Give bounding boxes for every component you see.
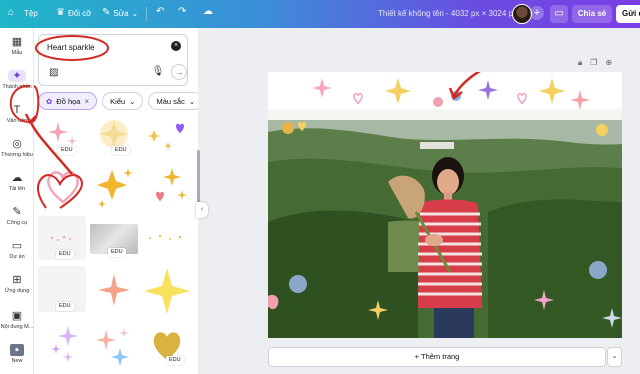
resize-label: Đổi cỡ	[67, 8, 92, 18]
file-menu-button[interactable]: Tệp	[24, 9, 38, 18]
undo-button[interactable]: ↶	[156, 7, 164, 17]
send-button[interactable]: Gửi đ	[616, 5, 640, 23]
chevron-down-icon: ⌄	[611, 353, 618, 360]
cloud-save-button[interactable]: ☁	[203, 7, 213, 17]
home-button[interactable]: ⌂	[8, 8, 14, 18]
annotation-arrow-rail	[9, 84, 73, 175]
top-toolbar: ⌂ Tệp ♛ Đổi cỡ ✎ Sửa ⌄ ↶ ↷ ☁ Thiết kế kh…	[0, 0, 640, 28]
rail-item-label: New	[11, 358, 23, 364]
apps-icon: ⊞	[12, 274, 22, 286]
pencil-icon: ✎	[102, 7, 111, 18]
redo-button[interactable]: ↷	[178, 7, 186, 17]
add-page-icon[interactable]: ⊕	[605, 58, 612, 68]
home-icon: ⌂	[8, 7, 15, 18]
edit-mode-button[interactable]: ✎ Sửa ⌄	[102, 8, 138, 18]
add-page-options-button[interactable]: ⌄	[607, 347, 622, 367]
edit-mode-label: Sửa	[113, 8, 129, 18]
chevron-down-icon: ⌄	[131, 8, 139, 18]
design-page[interactable]	[268, 72, 622, 338]
rail-item-label: Nội dung M...	[0, 324, 34, 330]
rail-item-projects[interactable]: ▭ Dự án	[0, 240, 34, 260]
toolbar-divider	[146, 7, 147, 21]
redo-icon: ↷	[178, 6, 187, 17]
rail-item-new[interactable]: ▪ New	[0, 344, 34, 364]
comment-button[interactable]: ▭	[550, 5, 568, 23]
file-menu-label: Tệp	[24, 9, 38, 18]
rail-item-label: Ứng dụng	[4, 288, 30, 294]
add-page-button[interactable]: + Thêm trang	[268, 347, 606, 367]
new-icon: ▪	[10, 344, 24, 356]
avatar[interactable]	[512, 4, 532, 24]
add-collaborator-button[interactable]: +	[530, 6, 544, 20]
resize-button[interactable]: ♛ Đổi cỡ	[56, 8, 91, 18]
chevron-left-icon: ‹	[200, 206, 204, 213]
panel-scrollbar[interactable]	[197, 150, 200, 210]
share-button[interactable]: Chia sẻ	[572, 5, 612, 23]
rail-item-label: Dự án	[9, 254, 25, 260]
rail-item-label: Công cụ	[6, 220, 28, 226]
rail-item-apps[interactable]: ⊞ Ứng dụng	[0, 274, 34, 294]
collapse-panel-handle[interactable]: ‹	[196, 202, 208, 218]
page-tools: 🔒︎ ❐ ⊕	[578, 58, 612, 68]
media-icon: ▣	[11, 310, 23, 322]
photo-canvas	[268, 72, 622, 338]
cloud-save-icon: ☁	[203, 6, 213, 17]
rail-item-media[interactable]: ▣ Nội dung M...	[0, 310, 34, 330]
duplicate-icon[interactable]: ❐	[590, 58, 597, 68]
comment-icon: ▭	[554, 8, 564, 19]
document-title[interactable]: Thiết kế không tên - 4032 px × 3024 px	[378, 9, 517, 18]
resize-icon: ♛	[56, 7, 65, 18]
lock-icon[interactable]: 🔒︎	[578, 58, 582, 68]
projects-icon: ▭	[11, 240, 23, 252]
undo-icon: ↶	[156, 6, 165, 17]
rail-item-tools[interactable]: ✎ Công cụ	[0, 206, 34, 226]
